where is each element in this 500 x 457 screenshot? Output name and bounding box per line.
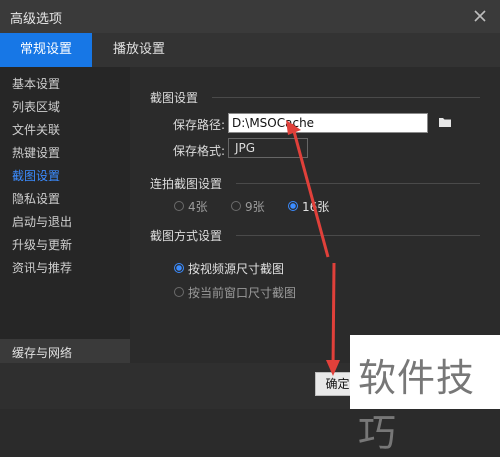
arrowhead-icon <box>326 360 340 376</box>
arrowhead-icon <box>286 120 301 135</box>
watermark: 软件技巧 <box>350 335 500 455</box>
arrow-to-save-path <box>290 123 330 258</box>
arrow-to-ok-button <box>331 262 336 371</box>
watermark-text: 软件技巧 <box>358 356 476 455</box>
